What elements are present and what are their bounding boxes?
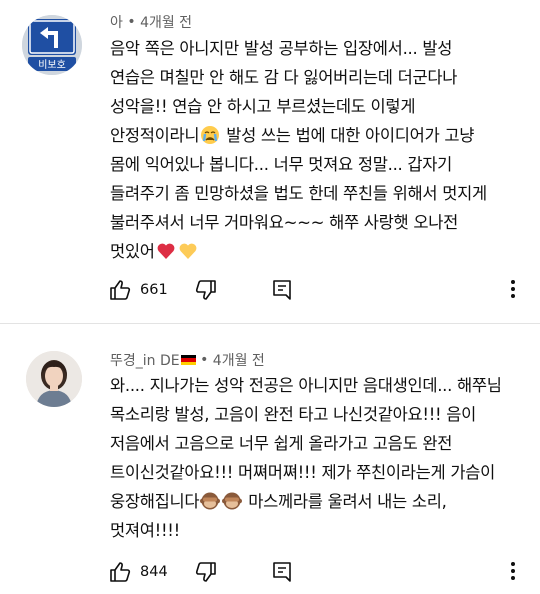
comment-text-fragment: 마스께라를 울려서 내는 소리,	[243, 492, 447, 511]
comment-text: 음악 쪽은 아니지만 발성 공부하는 입장에서... 발성 연습은 며칠만 안 …	[110, 34, 530, 266]
comment-header: 아 • 4개월 전	[110, 12, 192, 32]
comment-line: 저음에서 고음으로 너무 쉽게 올라가고 고음도 완전	[110, 434, 453, 453]
avatar-sign-text: 비보호	[38, 59, 66, 71]
comment-line: 들려주기 좀 민망하셨을 법도 한데 쭈친들 위해서 멋지게	[110, 184, 487, 203]
avatar-sign-image: 비보호	[22, 15, 82, 75]
meta-separator: •	[200, 352, 209, 368]
comment-line-with-emoji: 웅장해집니다 마스께라를 울려서 내는 소리,	[110, 487, 530, 516]
like-count: 661	[140, 282, 168, 298]
comment-line: 와.... 지나가는 성악 전공은 아니지만 음대생인데... 해쭈님	[110, 376, 502, 395]
comment-line: 연습은 며칠만 안 해도 감 다 잃어버리는데 더군다나	[110, 68, 458, 87]
comment-text-fragment: 멋있어	[110, 242, 155, 261]
see-no-evil-monkey-emoji	[200, 492, 221, 510]
like-count: 844	[140, 564, 168, 580]
avatar-photo	[26, 351, 82, 407]
dislike-button[interactable]	[194, 560, 218, 584]
comment-time[interactable]: 4개월 전	[213, 353, 265, 369]
comment-text-fragment: 발성 쓰는 법에 대한 아이디어가 고냥	[221, 126, 475, 145]
like-button[interactable]: 661	[108, 278, 168, 302]
thumbs-down-icon	[195, 562, 216, 582]
avatar[interactable]: 비보호	[22, 15, 82, 75]
thumbs-down-icon	[195, 280, 216, 300]
like-button[interactable]: 844	[108, 560, 168, 584]
reply-icon	[273, 280, 291, 300]
comment-line: 목소리랑 발성, 고음이 완전 타고 나신것같아요!!! 음이	[110, 405, 477, 424]
reply-button[interactable]	[270, 278, 294, 302]
more-vert-icon	[510, 562, 516, 580]
meta-separator: •	[127, 14, 136, 30]
comment-line-with-emoji: 멋있어	[110, 237, 530, 266]
see-no-evil-monkey-emoji	[222, 492, 243, 510]
comment-divider	[0, 323, 540, 324]
german-flag-icon	[180, 354, 196, 366]
comment-line-with-emoji: 안정적이라니 발성 쓰는 법에 대한 아이디어가 고냥	[110, 121, 530, 150]
crying-face-emoji	[201, 126, 220, 144]
comment-line: 성악을!! 연습 안 하시고 부르셨는데도 이렇게	[110, 97, 416, 116]
more-vert-icon	[510, 280, 516, 298]
comment-line: 음악 쪽은 아니지만 발성 공부하는 입장에서... 발성	[110, 39, 453, 58]
comment: 비보호 아 • 4개월 전 음악 쪽은 아니지만 발성 공부하는 입장에서...…	[0, 0, 540, 322]
author-name[interactable]: 뚜경_in DE	[110, 353, 180, 369]
comment-time[interactable]: 4개월 전	[140, 15, 192, 31]
avatar[interactable]	[26, 351, 82, 407]
yellow-heart-emoji	[179, 243, 197, 259]
reply-icon	[273, 562, 291, 582]
thumbs-up-icon	[110, 562, 131, 582]
comment-header: 뚜경_in DE • 4개월 전	[110, 350, 265, 370]
comment-line: 몸에 익어있나 봅니다... 너무 멋져요 정말... 갑자기	[110, 155, 453, 174]
more-options-button[interactable]	[510, 562, 516, 582]
thumbs-up-icon	[110, 280, 131, 300]
dislike-button[interactable]	[194, 278, 218, 302]
reply-button[interactable]	[270, 560, 294, 584]
comment-text: 와.... 지나가는 성악 전공은 아니지만 음대생인데... 해쭈님 목소리랑…	[110, 371, 530, 545]
comment-text-fragment: 웅장해집니다	[110, 492, 200, 511]
comment-line: 불러주셔서 너무 거마워요~~~ 해쭈 사랑햇 오나전	[110, 213, 459, 232]
comment-line: 멋져여!!!!	[110, 521, 180, 540]
red-heart-emoji	[157, 243, 175, 259]
more-options-button[interactable]	[510, 280, 516, 300]
comment-line: 트이신것같아요!!! 머쪄머쪄!!! 제가 쭈친이라는게 가슴이	[110, 463, 496, 482]
author-name[interactable]: 아	[110, 15, 123, 31]
comment-text-fragment: 안정적이라니	[110, 126, 200, 145]
comment: 뚜경_in DE • 4개월 전 와.... 지나가는 성악 전공은 아니지만 …	[0, 326, 540, 594]
